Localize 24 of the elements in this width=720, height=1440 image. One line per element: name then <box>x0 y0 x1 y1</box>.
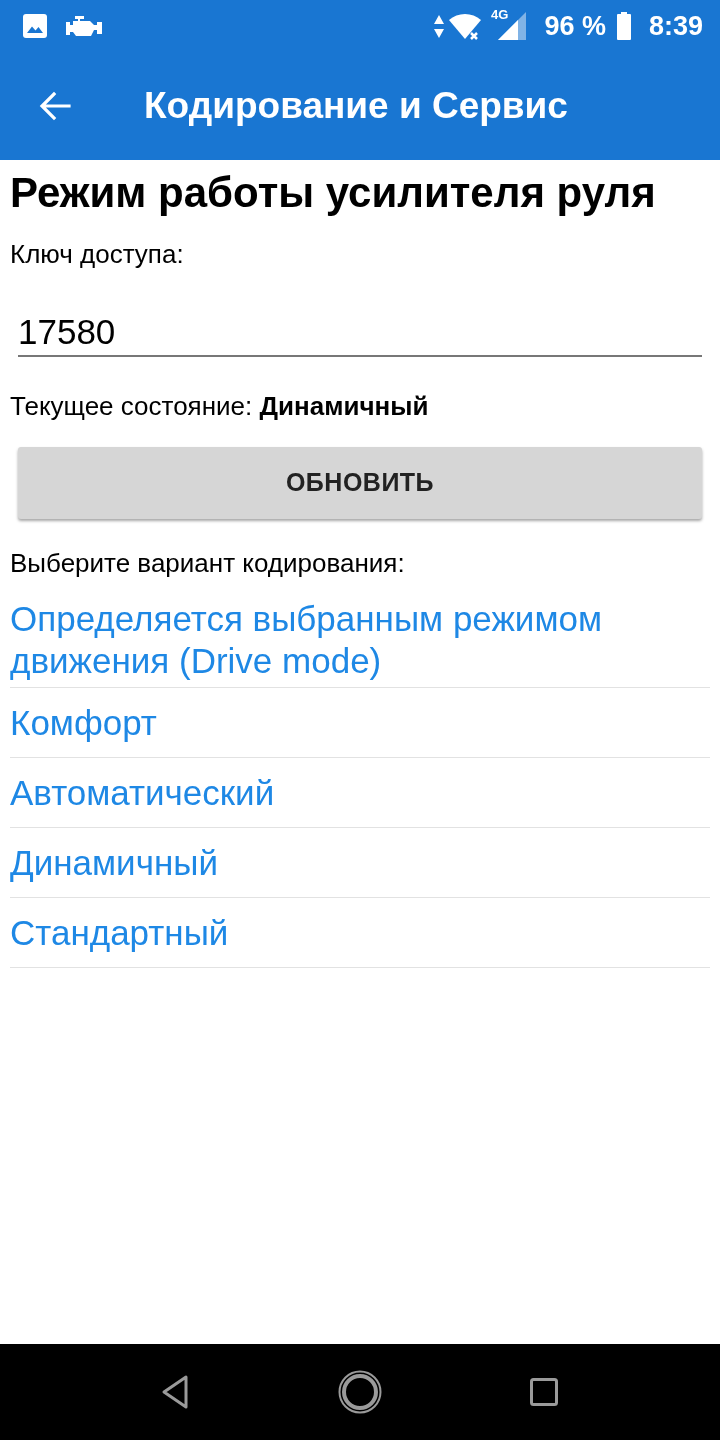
coding-option[interactable]: Комфорт <box>10 688 710 758</box>
current-state-text: Текущее состояние: Динамичный <box>10 390 430 422</box>
coding-option[interactable]: Стандартный <box>10 898 710 968</box>
battery-icon <box>616 12 631 40</box>
back-arrow-icon[interactable] <box>39 91 72 121</box>
page-heading: Режим работы усилителя руля <box>10 169 657 217</box>
home-icon[interactable] <box>338 1370 382 1414</box>
data-arrows-icon <box>434 14 445 38</box>
coding-option[interactable]: Автоматический <box>10 758 710 828</box>
back-icon[interactable] <box>162 1375 188 1409</box>
wifi-icon <box>449 12 482 40</box>
access-key-field[interactable]: 17580 <box>18 301 702 357</box>
network-type-label: 4G <box>491 8 509 22</box>
coding-option[interactable]: Динамичный <box>10 828 710 898</box>
refresh-button[interactable]: ОБНОВИТЬ <box>18 447 702 519</box>
access-key-label: Ключ доступа: <box>10 238 185 270</box>
options-label: Выберите вариант кодирования: <box>10 547 406 579</box>
battery-percentage: 96 % <box>544 10 606 42</box>
coding-option[interactable]: Определяется выбранным режимом движения (Drive mode) <box>10 593 710 688</box>
recents-icon[interactable] <box>530 1378 558 1406</box>
engine-icon <box>66 16 102 36</box>
app-bar-title: Кодирование и Сервис <box>144 85 568 127</box>
picture-icon <box>23 14 47 38</box>
clock-time: 8:39 <box>648 10 703 42</box>
